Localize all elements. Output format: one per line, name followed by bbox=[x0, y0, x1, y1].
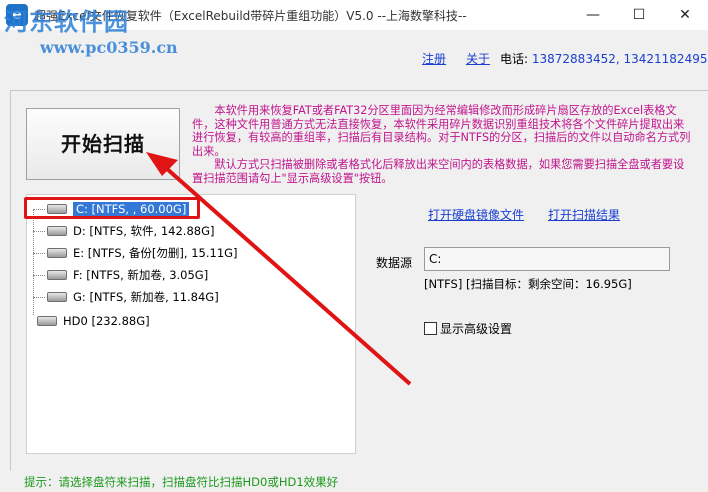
annotation-arrow bbox=[146, 152, 412, 386]
arrow-shaft bbox=[164, 166, 412, 386]
